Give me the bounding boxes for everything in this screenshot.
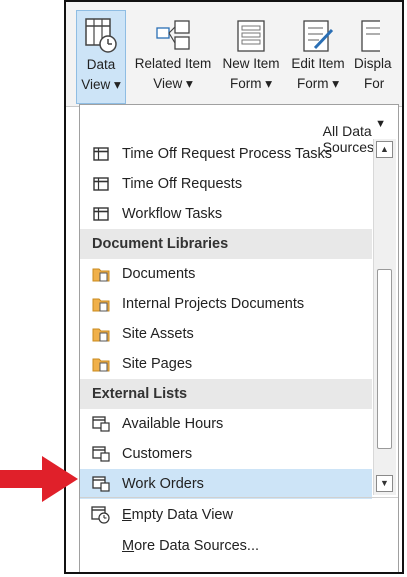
scroll-down-button[interactable]: ▼ — [376, 475, 393, 492]
external-list-icon — [88, 416, 114, 432]
external-list-icon — [88, 446, 114, 462]
data-view-label-1: Data — [86, 57, 116, 72]
menu-divider — [80, 497, 398, 498]
more-data-sources-label: More Data Sources... — [122, 538, 260, 554]
list-item-label: Workflow Tasks — [122, 206, 223, 222]
library-icon — [88, 356, 114, 372]
new-item-form-icon — [218, 10, 284, 54]
external-list-item[interactable]: Available Hours — [80, 409, 372, 439]
data-view-button[interactable]: Data View ▾ — [76, 10, 126, 104]
red-arrow-icon — [0, 456, 78, 502]
edit-item-form-label-1: Edit Item — [291, 56, 345, 71]
external-list-item-label: Available Hours — [122, 416, 224, 432]
scroll-up-button[interactable]: ▲ — [376, 141, 393, 158]
library-item-label: Documents — [122, 266, 196, 282]
new-item-form-button[interactable]: New Item Form ▾ — [218, 10, 284, 104]
edit-item-form-icon — [286, 10, 350, 54]
data-view-icon — [77, 11, 125, 55]
related-item-view-label-2: View ▾ — [153, 76, 193, 91]
library-item-label: Site Assets — [122, 326, 194, 342]
data-view-label-2: View ▾ — [81, 77, 121, 92]
list-item[interactable]: Workflow Tasks — [80, 199, 372, 229]
empty-data-view-item[interactable]: Empty Data View — [80, 500, 398, 530]
list-item-label: Time Off Request Process Tasks — [122, 146, 333, 162]
menu-scrollbar[interactable]: ▲ ▼ — [373, 139, 396, 495]
library-item[interactable]: Site Pages — [80, 349, 372, 379]
library-item-label: Internal Projects Documents — [122, 296, 305, 312]
external-list-item-label: Work Orders — [122, 476, 204, 492]
list-item[interactable]: Time Off Request Process Tasks — [80, 139, 372, 169]
library-icon — [88, 266, 114, 282]
display-item-form-button[interactable]: Displa For — [352, 10, 402, 104]
dropdown-arrow-icon: ▼ — [375, 118, 386, 130]
library-item[interactable]: Site Assets — [80, 319, 372, 349]
related-item-view-button[interactable]: Related Item View ▾ — [130, 10, 216, 104]
designer-window: Data View ▾ Related Item View ▾ New Item… — [64, 0, 404, 574]
library-icon — [88, 326, 114, 342]
edit-item-form-button[interactable]: Edit Item Form ▾ — [286, 10, 350, 104]
display-form-icon — [352, 10, 402, 54]
list-icon — [88, 147, 114, 161]
library-icon — [88, 296, 114, 312]
list-icon — [88, 177, 114, 191]
list-item-label: Time Off Requests — [122, 176, 243, 192]
document-libraries-header: Document Libraries — [80, 229, 372, 259]
empty-data-view-icon — [88, 506, 114, 524]
scroll-thumb[interactable] — [377, 269, 392, 449]
related-item-view-icon — [130, 10, 216, 54]
empty-data-view-label: Empty Data View — [122, 507, 233, 523]
library-item-label: Site Pages — [122, 356, 193, 372]
new-item-form-label-2: Form ▾ — [229, 76, 273, 91]
edit-item-form-label-2: Form ▾ — [296, 76, 340, 91]
external-list-item[interactable]: Customers — [80, 439, 372, 469]
data-source-filter[interactable]: All Data Sources ▼ — [80, 105, 398, 155]
external-list-item-label: Customers — [122, 446, 193, 462]
more-data-sources-item[interactable]: More Data Sources... — [80, 531, 398, 561]
external-list-item-selected[interactable]: Work Orders — [80, 469, 372, 499]
ribbon: Data View ▾ Related Item View ▾ New Item… — [66, 2, 402, 107]
library-item[interactable]: Documents — [80, 259, 372, 289]
related-item-view-label-1: Related Item — [134, 56, 212, 71]
display-form-label-1: Displa — [354, 56, 392, 71]
external-lists-header: External Lists — [80, 379, 372, 409]
library-item[interactable]: Internal Projects Documents — [80, 289, 372, 319]
group-header-label: Document Libraries — [92, 236, 229, 252]
group-header-label: External Lists — [92, 386, 188, 402]
list-item[interactable]: Time Off Requests — [80, 169, 372, 199]
external-list-icon — [88, 476, 114, 492]
new-item-form-label-1: New Item — [222, 56, 280, 71]
list-icon — [88, 207, 114, 221]
display-form-label-2: For — [364, 76, 385, 91]
data-view-dropdown-menu: All Data Sources ▼ Time Off Request Proc… — [79, 104, 399, 572]
